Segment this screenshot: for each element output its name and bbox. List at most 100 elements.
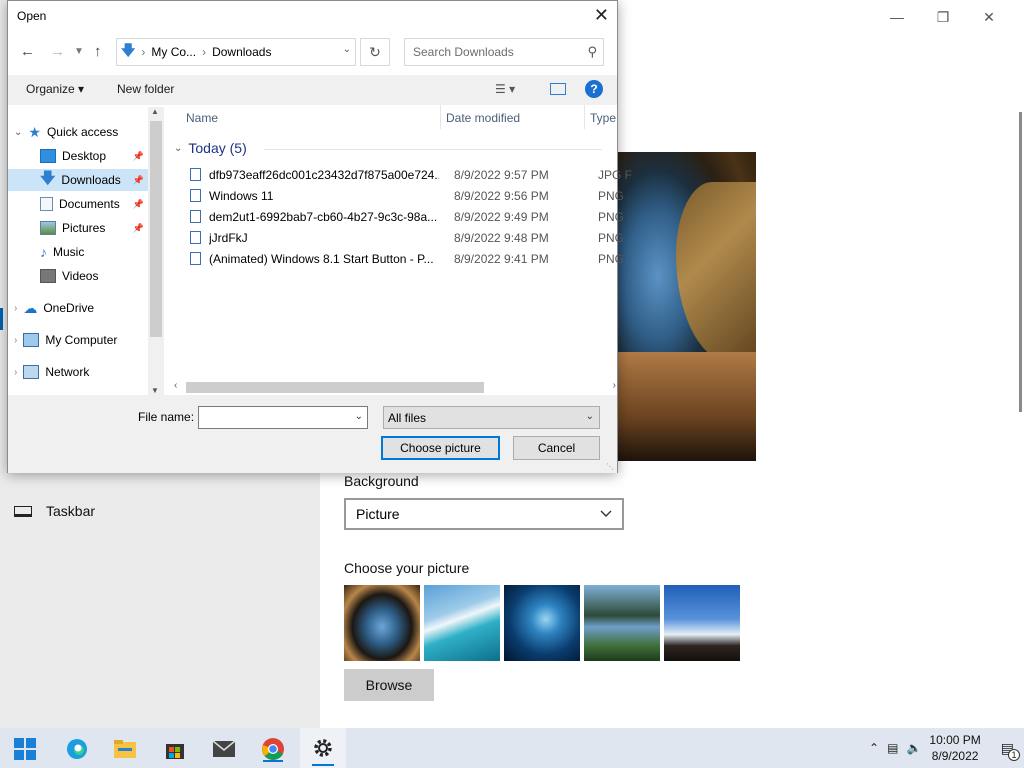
scroll-thumb[interactable] (186, 382, 484, 393)
search-box[interactable]: ⚲ (404, 38, 604, 66)
cancel-button[interactable]: Cancel (513, 436, 600, 460)
horizontal-scrollbar[interactable]: ‹ › (172, 379, 618, 395)
minimize-icon[interactable]: — (874, 6, 920, 28)
chevron-down-icon: ⌄ (585, 411, 594, 422)
running-indicator (263, 760, 283, 762)
file-name-field[interactable]: ⌄ (198, 406, 368, 429)
file-row[interactable]: jJrdFkJ 8/9/2022 9:48 PM PNG (190, 227, 624, 248)
nav-item-network[interactable]: › Network (8, 361, 148, 383)
network-icon[interactable]: ▤ (887, 741, 898, 755)
restore-icon[interactable]: ❐ (920, 6, 966, 28)
close-icon[interactable]: ✕ (594, 5, 609, 26)
browse-button[interactable]: Browse (344, 669, 434, 701)
taskbar-icon (14, 505, 32, 517)
picture-thumbnail[interactable] (344, 585, 420, 661)
resize-grip-icon[interactable]: ⋱ (606, 462, 614, 471)
column-date-modified[interactable]: Date modified (446, 111, 520, 125)
volume-icon[interactable]: 🔈 (906, 741, 921, 755)
expand-chevron-icon: ⌄ (14, 126, 23, 138)
file-date: 8/9/2022 9:48 PM (454, 230, 549, 245)
file-name: dfb973eaff26dc001c23432d7f875a00e724... (209, 167, 439, 182)
preview-pane-icon[interactable] (550, 83, 566, 95)
search-input[interactable] (405, 39, 575, 65)
nav-item-quick-access[interactable]: ⌄ ★ Quick access (8, 121, 148, 143)
picture-thumbnail[interactable] (664, 585, 740, 661)
nav-item-onedrive[interactable]: › ☁ OneDrive (8, 297, 148, 319)
file-type: JPG F (598, 167, 633, 182)
start-icon[interactable] (10, 734, 40, 764)
new-folder-button[interactable]: New folder (117, 82, 174, 96)
expand-chevron-icon: › (14, 334, 18, 346)
file-name: (Animated) Windows 8.1 Start Button - P.… (209, 251, 434, 266)
scroll-right-icon[interactable]: › (613, 380, 616, 391)
mail-icon[interactable] (209, 734, 239, 764)
file-explorer-icon[interactable] (110, 734, 140, 764)
scroll-left-icon[interactable]: ‹ (174, 380, 177, 391)
navigation-bar: ← → ▼ ↑ 🡇 › My Co... › Downloads ⌄ ↻ ⚲ (8, 37, 619, 67)
scroll-thumb[interactable] (150, 121, 162, 337)
computer-icon (23, 333, 40, 347)
store-icon[interactable] (160, 734, 190, 764)
image-file-icon (190, 210, 201, 223)
close-icon[interactable]: ✕ (966, 6, 1012, 28)
file-row[interactable]: Windows 11 8/9/2022 9:56 PM PNG (190, 185, 624, 206)
chevron-down-icon (600, 510, 612, 517)
scroll-down-icon[interactable]: ▼ (151, 386, 159, 395)
file-date: 8/9/2022 9:41 PM (454, 251, 549, 266)
file-row[interactable]: dfb973eaff26dc001c23432d7f875a00e724... … (190, 164, 632, 185)
scroll-up-icon[interactable]: ▲ (151, 107, 159, 116)
column-type[interactable]: Type (590, 111, 616, 125)
breadcrumb-item[interactable]: Downloads (212, 45, 271, 59)
pictures-icon (40, 221, 56, 235)
up-icon[interactable]: ↑ (94, 43, 102, 60)
breadcrumb-item[interactable]: My Co... (151, 45, 196, 59)
chevron-down-icon[interactable]: ⌄ (343, 44, 351, 55)
picture-thumbnail[interactable] (584, 585, 660, 661)
nav-item-downloads[interactable]: 🡇 Downloads 📌 (8, 169, 148, 191)
notification-icon[interactable]: ▤ 1 (1001, 740, 1020, 761)
file-row[interactable]: (Animated) Windows 8.1 Start Button - P.… (190, 248, 624, 269)
choose-picture-button[interactable]: Choose picture (381, 436, 500, 460)
clock-date: 8/9/2022 (931, 749, 979, 763)
background-dropdown[interactable]: Picture (344, 498, 624, 530)
expand-chevron-icon: › (14, 302, 18, 314)
nav-item-label: Documents (59, 197, 120, 211)
nav-item-my-computer[interactable]: › My Computer (8, 329, 148, 351)
notification-count: 1 (1008, 748, 1020, 761)
refresh-icon[interactable]: ↻ (360, 38, 390, 66)
file-type: PNG (598, 251, 625, 266)
nav-item-music[interactable]: ♪ Music (8, 241, 148, 263)
chevron-up-icon[interactable]: ⌃ (869, 741, 879, 755)
nav-item-pictures[interactable]: Pictures 📌 (8, 217, 148, 239)
edge-icon[interactable] (62, 734, 92, 764)
file-row[interactable]: dem2ut1-6992bab7-cb60-4b27-9c3c-98a... 8… (190, 206, 624, 227)
recent-chevron-icon[interactable]: ▼ (74, 46, 84, 57)
breadcrumb-separator-icon: › (202, 45, 207, 59)
file-type-select[interactable]: All files ⌄ (383, 406, 600, 429)
group-header[interactable]: ⌄ Today (5) (174, 140, 247, 156)
back-icon[interactable]: ← (20, 43, 35, 60)
chevron-down-icon[interactable]: ⌄ (355, 411, 363, 422)
nav-item-desktop[interactable]: Desktop 📌 (8, 145, 148, 167)
address-bar[interactable]: 🡇 › My Co... › Downloads ⌄ (116, 38, 356, 66)
forward-icon[interactable]: → (50, 43, 65, 60)
chrome-icon[interactable] (258, 734, 288, 764)
desktop-icon (40, 149, 56, 163)
settings-icon[interactable] (300, 728, 346, 768)
clock[interactable]: 10:00 PM 8/9/2022 (929, 732, 980, 764)
picture-thumbnail[interactable] (424, 585, 500, 661)
nav-item-label: Quick access (46, 125, 119, 139)
help-icon[interactable]: ? (585, 80, 603, 98)
nav-scrollbar[interactable]: ▲ ▼ (148, 107, 164, 397)
file-type: PNG (598, 209, 625, 224)
nav-item-videos[interactable]: Videos (8, 265, 148, 287)
column-name[interactable]: Name (186, 111, 218, 125)
sidebar-item-taskbar[interactable]: Taskbar (14, 503, 95, 519)
settings-scrollbar[interactable] (1019, 112, 1022, 412)
nav-item-documents[interactable]: Documents 📌 (8, 193, 148, 215)
organize-button[interactable]: Organize ▾ (26, 82, 84, 96)
videos-icon (40, 269, 56, 283)
star-icon: ★ (28, 123, 41, 140)
picture-thumbnail[interactable] (504, 585, 580, 661)
view-options-icon[interactable]: ☰ ▾ (495, 82, 515, 96)
